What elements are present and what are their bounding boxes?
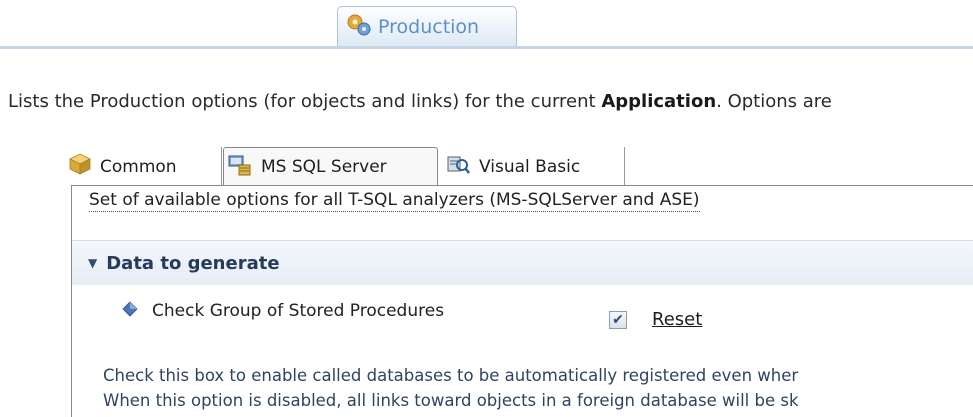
stored-procedures-checkbox[interactable]: ✔ bbox=[609, 311, 627, 329]
cube-icon bbox=[68, 152, 92, 181]
page-description: Lists the Production options (for object… bbox=[8, 91, 832, 112]
tab-common-label: Common bbox=[100, 156, 177, 177]
option-set-label: Set of available options for all T-SQL a… bbox=[89, 190, 700, 212]
tab-production[interactable]: Production bbox=[337, 6, 517, 46]
tab-visual-basic-label: Visual Basic bbox=[479, 156, 581, 177]
production-gears-icon bbox=[346, 13, 372, 41]
checkmark-icon: ✔ bbox=[612, 312, 624, 328]
description-text: Lists the Production options (for object… bbox=[8, 91, 602, 112]
tab-strip-divider bbox=[0, 46, 973, 49]
tab-ms-sql-server[interactable]: MS SQL Server bbox=[223, 147, 438, 186]
section-data-to-generate[interactable]: ▼ Data to generate bbox=[72, 240, 973, 285]
reset-link[interactable]: Reset bbox=[652, 309, 702, 330]
option-check-group-stored-procedures: Check Group of Stored Procedures bbox=[122, 298, 444, 324]
tab-visual-basic[interactable]: Visual Basic bbox=[439, 147, 625, 186]
tab-ms-sql-server-label: MS SQL Server bbox=[261, 157, 387, 177]
sql-server-icon bbox=[227, 153, 253, 182]
diamond-bullet-icon bbox=[122, 301, 138, 321]
expand-arrow-icon[interactable]: ▼ bbox=[88, 256, 97, 270]
description-bold-term: Application bbox=[601, 91, 717, 112]
description-text-end: . Options are bbox=[716, 91, 832, 112]
tab-common[interactable]: Common bbox=[64, 147, 222, 186]
visual-basic-icon bbox=[445, 152, 471, 181]
help-text-line: Check this box to enable called database… bbox=[103, 366, 799, 385]
help-text-line: When this option is disabled, all links … bbox=[103, 391, 799, 410]
option-label: Check Group of Stored Procedures bbox=[152, 301, 445, 321]
tab-production-label: Production bbox=[378, 15, 480, 38]
section-title: Data to generate bbox=[106, 252, 280, 274]
option-help-text: Check this box to enable called database… bbox=[103, 363, 799, 413]
